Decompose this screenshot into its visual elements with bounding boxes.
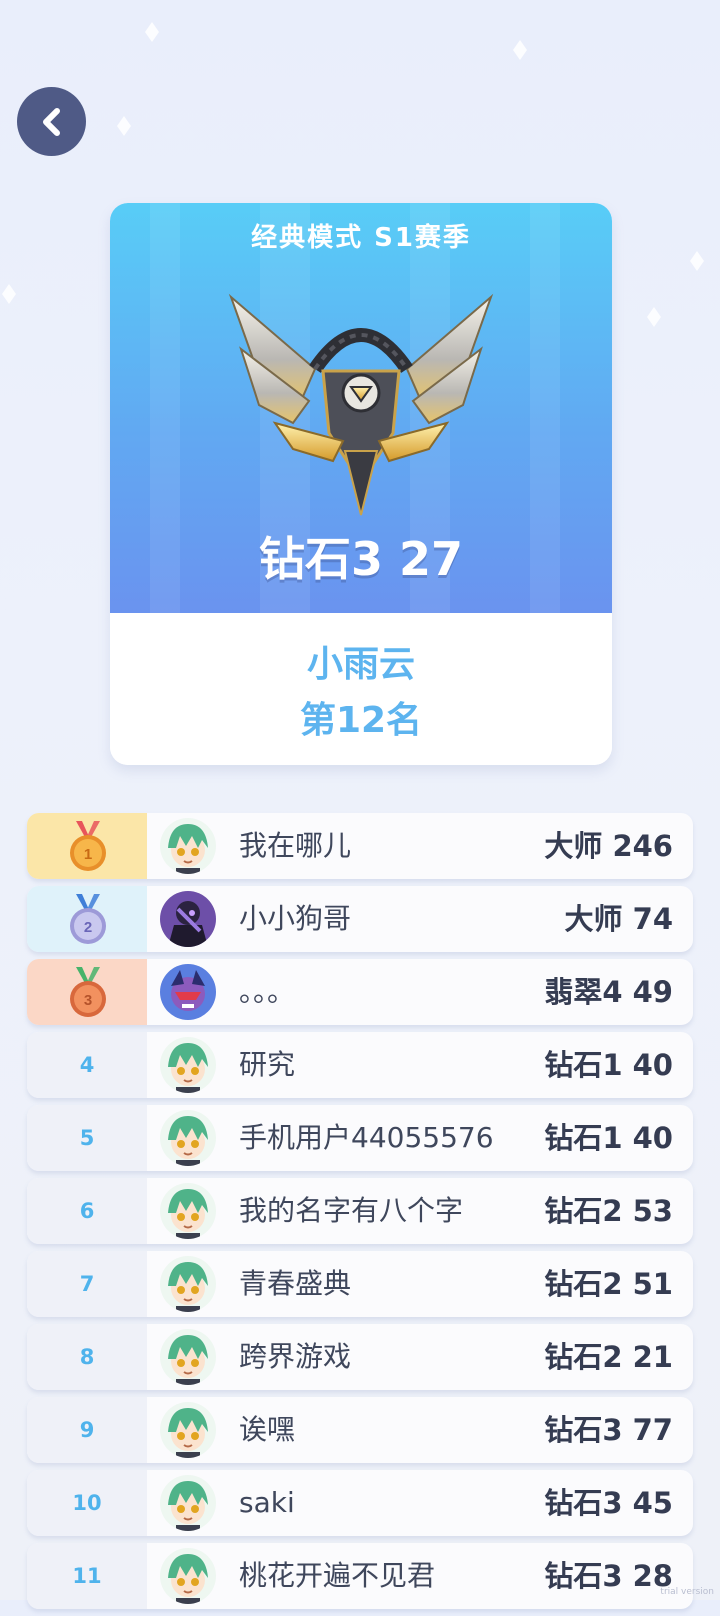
- green-hair-avatar[interactable]: [160, 1548, 216, 1604]
- green-hair-avatar[interactable]: [160, 1183, 216, 1239]
- chevron-left-icon: [42, 107, 60, 136]
- sparkle-decoration: [647, 307, 661, 327]
- player-name: 我的名字有八个字: [239, 1194, 464, 1227]
- rank-display: 钻石3 27: [258, 532, 464, 586]
- diamond-rank-emblem-icon: [228, 293, 494, 516]
- rank-number: 8: [79, 1345, 95, 1369]
- leaderboard-row[interactable]: 7 青春盛典 钻石2 51: [27, 1251, 693, 1317]
- leaderboard-row[interactable]: 3 。。。 翡翠4 49: [27, 959, 693, 1025]
- rank-score: 钻石2 51: [544, 1267, 673, 1301]
- leaderboard-row[interactable]: 8 跨界游戏 钻石2 21: [27, 1324, 693, 1390]
- rank-number: 4: [79, 1053, 95, 1077]
- player-name: 跨界游戏: [239, 1340, 352, 1373]
- leaderboard-row[interactable]: 4 研究 钻石1 40: [27, 1032, 693, 1098]
- rank-score: 钻石2 53: [544, 1194, 673, 1228]
- player-name: 青春盛典: [239, 1267, 352, 1300]
- svg-text:2: 2: [84, 919, 92, 936]
- svg-text:1: 1: [84, 846, 92, 863]
- sparkle-decoration: [117, 116, 131, 136]
- green-hair-avatar[interactable]: [160, 1402, 216, 1458]
- rank-banner: 经典模式 S1赛季 钻石3 27: [110, 203, 612, 613]
- leaderboard-row[interactable]: 6 我的名字有八个字 钻石2 53: [27, 1178, 693, 1244]
- dark-armor-avatar[interactable]: [160, 891, 216, 947]
- gold-medal-icon: 1: [70, 821, 106, 871]
- player-position: 第12名: [299, 700, 423, 741]
- bronze-medal-icon: 3: [70, 967, 106, 1017]
- green-hair-avatar[interactable]: [160, 1329, 216, 1385]
- leaderboard-list: 1 我在哪儿 大师 246 2 小小狗哥 大师 74 3。。。 翡翠4 49 4 研究 钻石1 40…: [27, 813, 693, 1616]
- back-button[interactable]: [17, 87, 86, 156]
- player-name: 诶嘿: [239, 1413, 296, 1446]
- player-name: 桃花开遍不见君: [239, 1559, 436, 1592]
- season-rank-card: 经典模式 S1赛季 钻石3 27 小雨云 第12名: [110, 203, 612, 765]
- rank-number: 9: [79, 1418, 95, 1442]
- rank-score: 钻石3 28: [544, 1559, 673, 1593]
- rank-score: 钻石3 77: [544, 1413, 673, 1447]
- player-name: saki: [239, 1486, 295, 1519]
- rank-number: 11: [72, 1564, 102, 1588]
- player-name: 小小狗哥: [239, 902, 352, 935]
- green-hair-avatar[interactable]: [160, 1475, 216, 1531]
- rank-cell: 1: [27, 813, 147, 879]
- rank-number: 5: [79, 1126, 95, 1150]
- rank-cell: 7: [27, 1251, 147, 1317]
- rank-cell: 9: [27, 1397, 147, 1463]
- svg-text:3: 3: [84, 992, 92, 1009]
- red-demon-avatar[interactable]: [160, 964, 216, 1020]
- leaderboard-row[interactable]: 10 saki 钻石3 45: [27, 1470, 693, 1536]
- rank-cell: 11: [27, 1543, 147, 1609]
- rank-number: 6: [79, 1199, 95, 1223]
- season-title: 经典模式 S1赛季: [251, 223, 471, 253]
- silver-medal-icon: 2: [70, 894, 106, 944]
- green-hair-avatar[interactable]: [160, 1110, 216, 1166]
- rank-score: 翡翠4 49: [544, 975, 673, 1009]
- rank-number: 7: [79, 1272, 95, 1296]
- player-name: 我在哪儿: [239, 829, 352, 862]
- rank-cell: 5: [27, 1105, 147, 1171]
- rank-score: 钻石1 40: [544, 1048, 673, 1082]
- leaderboard-row[interactable]: 2 小小狗哥 大师 74: [27, 886, 693, 952]
- rank-score: 大师 74: [564, 902, 673, 936]
- rank-cell: 3: [27, 959, 147, 1025]
- leaderboard-row[interactable]: 5 手机用户44055576 钻石1 40: [27, 1105, 693, 1171]
- sparkle-decoration: [690, 251, 704, 271]
- rank-cell: 8: [27, 1324, 147, 1390]
- green-hair-avatar[interactable]: [160, 1037, 216, 1093]
- watermark-text: trial version: [660, 1587, 714, 1597]
- player-name: 手机用户44055576: [239, 1121, 494, 1154]
- rank-cell: 2: [27, 886, 147, 952]
- player-name: 。。。: [239, 975, 296, 1008]
- rank-cell: 10: [27, 1470, 147, 1536]
- rank-score: 钻石2 21: [544, 1340, 673, 1374]
- rank-number: 10: [72, 1491, 102, 1515]
- green-hair-avatar[interactable]: [160, 1256, 216, 1312]
- leaderboard-row[interactable]: 11 桃花开遍不见君 钻石3 28: [27, 1543, 693, 1609]
- sparkle-decoration: [2, 284, 16, 304]
- player-name: 小雨云: [306, 644, 415, 685]
- green-hair-avatar[interactable]: [160, 818, 216, 874]
- player-name: 研究: [239, 1048, 296, 1081]
- leaderboard-row[interactable]: 1 我在哪儿 大师 246: [27, 813, 693, 879]
- leaderboard-row[interactable]: 9 诶嘿 钻石3 77: [27, 1397, 693, 1463]
- player-info: 小雨云 第12名: [110, 613, 612, 765]
- rank-score: 钻石1 40: [544, 1121, 673, 1155]
- rank-cell: 4: [27, 1032, 147, 1098]
- rank-score: 大师 246: [544, 829, 673, 863]
- rank-score: 钻石3 45: [544, 1486, 673, 1520]
- sparkle-decoration: [145, 22, 159, 42]
- rank-cell: 6: [27, 1178, 147, 1244]
- sparkle-decoration: [513, 40, 527, 60]
